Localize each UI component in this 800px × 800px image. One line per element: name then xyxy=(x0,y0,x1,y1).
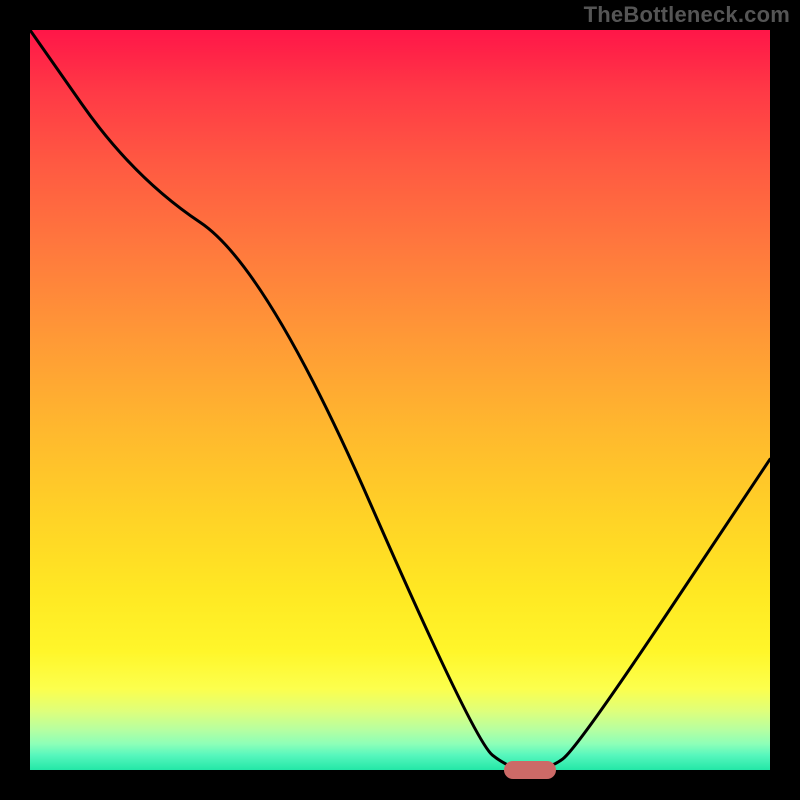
optimal-marker xyxy=(504,761,556,779)
watermark-text: TheBottleneck.com xyxy=(584,2,790,28)
chart-frame: TheBottleneck.com xyxy=(0,0,800,800)
bottleneck-curve xyxy=(30,30,770,770)
curve-path xyxy=(30,30,770,770)
plot-area xyxy=(30,30,770,770)
